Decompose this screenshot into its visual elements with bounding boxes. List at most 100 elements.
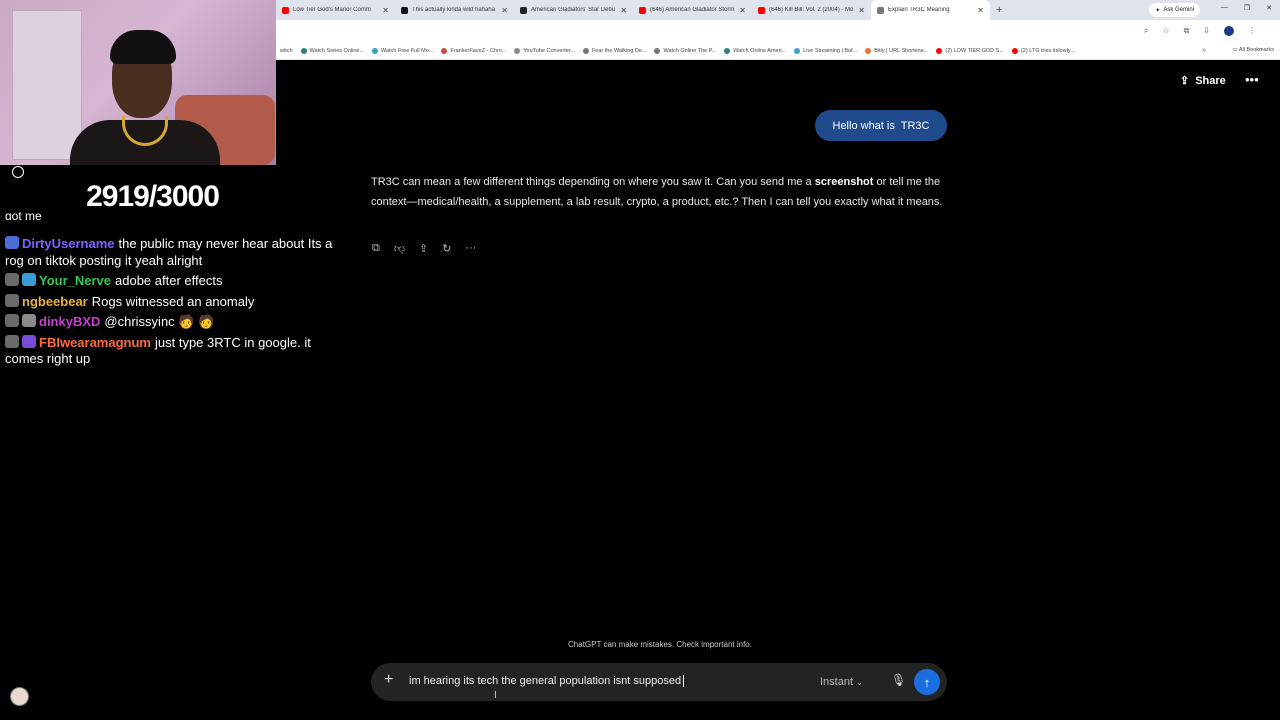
close-icon[interactable]: ✕ xyxy=(620,6,627,15)
ask-gemini-button[interactable]: ✦ Ask Gemini xyxy=(1149,3,1200,17)
close-icon[interactable]: ✕ xyxy=(858,6,865,15)
badge-icon xyxy=(5,273,19,286)
assistant-message: TR3C can mean a few different things dep… xyxy=(371,176,943,208)
more-icon[interactable]: ··· xyxy=(465,242,476,255)
bookmark-item[interactable]: Watch Online Ameri... xyxy=(720,47,790,54)
message-actions: ⧉ 👎︎ ⇪ ↻ ··· xyxy=(372,242,476,255)
bookmark-item[interactable]: (2) LTG tries itslowly... xyxy=(1008,47,1079,54)
chatgpt-icon xyxy=(877,6,884,14)
copy-icon[interactable]: ⧉ xyxy=(372,242,380,255)
thumbs-down-icon[interactable]: 👎︎ xyxy=(394,242,405,255)
bookmark-icon xyxy=(654,47,661,54)
profile-avatar[interactable] xyxy=(1224,26,1234,36)
text-caret xyxy=(683,675,685,688)
bookmark-icon xyxy=(794,47,801,54)
browser-tab[interactable]: (646) American Gladiator Storm ✕ xyxy=(633,0,752,20)
bookmark-item[interactable]: YouTube Converter... xyxy=(510,47,579,54)
bookmark-item[interactable]: Watch Free Full Mo... xyxy=(368,47,437,54)
browser-tab[interactable]: (646) Kill Bill: Vol. 2 (2004) - Mo ✕ xyxy=(752,0,871,20)
webcam-person-hair xyxy=(110,30,176,64)
youtube-icon xyxy=(1011,47,1018,54)
bookmark-icon xyxy=(582,47,589,54)
youtube-icon xyxy=(639,6,646,14)
close-icon[interactable]: ✕ xyxy=(382,6,389,15)
more-options-icon[interactable]: ••• xyxy=(1245,72,1259,87)
extensions-icon[interactable]: ⧉ xyxy=(1184,26,1190,36)
chat-message: Your_Nerve adobe after effects xyxy=(5,273,340,290)
badge-icon xyxy=(5,334,19,348)
new-tab-button[interactable]: + xyxy=(996,4,1002,16)
bookmark-icon xyxy=(724,47,731,54)
chat-message: DirtyUsername the public may never hear a… xyxy=(5,236,333,268)
chat-message: dinkyBXD @chrissyinc 🧑 🧑 xyxy=(5,314,340,331)
badge-icon xyxy=(5,236,19,249)
close-icon[interactable]: ✕ xyxy=(501,6,508,15)
send-button[interactable]: ↑ xyxy=(914,669,940,695)
bookmark-item[interactable]: Watch Online The P... xyxy=(650,47,720,54)
webcam-background-door xyxy=(12,10,82,160)
close-window-icon[interactable]: ✕ xyxy=(1266,4,1272,12)
bookmark-item[interactable]: (2) LOW TIER GOD S... xyxy=(932,47,1008,54)
plus-icon[interactable]: + xyxy=(384,671,393,689)
bookmark-icon xyxy=(441,47,448,54)
share-button[interactable]: ⇪ Share xyxy=(1180,74,1226,88)
menu-icon[interactable]: ⋮ xyxy=(1248,26,1256,36)
badge-icon xyxy=(22,273,36,286)
bookmarks-bar: witch Watch Series Online... Watch Free … xyxy=(276,42,1280,60)
tab-favicon xyxy=(520,6,527,14)
close-icon[interactable]: ✕ xyxy=(739,6,746,15)
bookmark-item[interactable]: Bitly | URL Shortene... xyxy=(861,47,932,54)
regenerate-icon[interactable]: ↻ xyxy=(442,242,451,255)
bookmark-icon xyxy=(300,47,307,54)
record-icon xyxy=(12,166,24,178)
share-icon[interactable]: ⇪ xyxy=(419,242,428,255)
window-controls: — ❐ ✕ xyxy=(1221,4,1272,12)
webcam-feed xyxy=(0,0,276,165)
chevron-down-icon: ⌄ xyxy=(856,678,863,687)
all-bookmarks-button[interactable]: ▭ All Bookmarks xyxy=(1232,47,1274,53)
bookmark-item[interactable]: FrankerFaceZ - Chro... xyxy=(437,47,510,54)
sparkle-icon: ✦ xyxy=(1155,7,1161,14)
minimize-icon[interactable]: — xyxy=(1221,4,1228,12)
youtube-icon xyxy=(758,6,765,14)
arrow-up-icon: ↑ xyxy=(923,674,931,690)
downloads-icon[interactable]: ⇩ xyxy=(1203,26,1210,36)
badge-icon xyxy=(22,314,36,327)
avatar xyxy=(10,687,29,706)
browser-tab-active[interactable]: Explain TR3C Meaning ✕ xyxy=(871,0,990,20)
close-icon[interactable]: ✕ xyxy=(977,6,984,15)
tiktok-icon xyxy=(401,6,408,14)
badge-icon xyxy=(5,293,19,307)
bookmark-item[interactable]: Watch Series Online... xyxy=(297,47,369,54)
user-message: Hello what is TR3C xyxy=(815,110,947,141)
bookmark-item[interactable]: witch xyxy=(276,48,297,54)
microphone-icon[interactable]: 🎙︎ xyxy=(891,673,906,687)
prompt-input[interactable]: im hearing its tech the general populati… xyxy=(409,675,685,688)
more-bookmarks-icon[interactable]: » xyxy=(1202,47,1206,54)
browser-tab[interactable]: Low Tier God's Manor Comm ✕ xyxy=(276,0,395,20)
browser-tab[interactable]: This actually kinda wild hahaha ✕ xyxy=(395,0,514,20)
zoom-icon[interactable]: ⌕ xyxy=(1144,26,1148,36)
chat-message: ngbeebear Rogs witnessed an anomaly xyxy=(5,293,340,311)
browser-tab[interactable]: American Gladiators' Star Debu ✕ xyxy=(514,0,633,20)
star-icon[interactable]: ☆ xyxy=(1162,26,1169,36)
mouse-cursor-icon: I xyxy=(494,690,497,701)
toolbar-icons: ⌕ ☆ ⧉ ⇩ ⋮ xyxy=(1144,26,1256,36)
chatgpt-app xyxy=(276,60,1280,720)
chat-message: FBIwearamagnum just type 3RTC in google. … xyxy=(5,334,311,366)
bookmark-icon xyxy=(865,47,872,54)
browser-tab-bar: Low Tier God's Manor Comm ✕ This actually… xyxy=(276,0,1280,20)
composer: + im hearing its tech the general popula… xyxy=(371,663,947,701)
address-bar-row: ⌕ ☆ ⧉ ⇩ ⋮ xyxy=(276,20,1280,42)
stream-chat: got me DirtyUsername the public may never… xyxy=(5,208,340,372)
model-selector[interactable]: Instant ⌄ xyxy=(820,676,863,688)
share-icon: ⇪ xyxy=(1180,75,1190,87)
bookmark-icon xyxy=(372,47,379,54)
bookmark-item[interactable]: Fear the Walking De... xyxy=(579,47,651,54)
bookmark-item[interactable]: Live Streaming | Buf... xyxy=(790,47,861,54)
chat-message-partial: got me xyxy=(5,209,42,220)
badge-icon xyxy=(5,314,19,327)
badge-icon xyxy=(22,334,36,348)
restore-icon[interactable]: ❐ xyxy=(1244,4,1250,12)
bookmark-icon xyxy=(514,47,521,54)
